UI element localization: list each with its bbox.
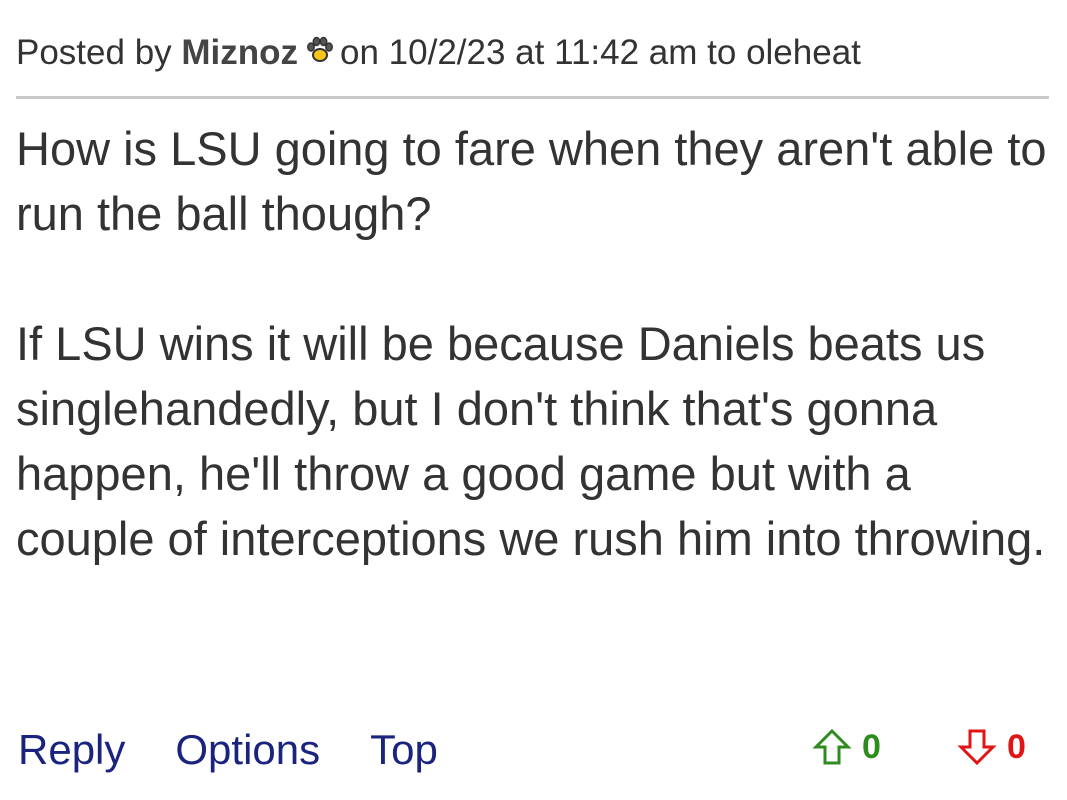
paw-print-icon bbox=[307, 36, 333, 62]
downvote-button[interactable]: 0 bbox=[955, 722, 1026, 772]
upvote-button[interactable]: 0 bbox=[810, 722, 881, 772]
author-name[interactable]: Miznoz bbox=[181, 33, 298, 72]
post-actions: Reply Options Top bbox=[18, 722, 488, 778]
top-link[interactable]: Top bbox=[370, 726, 438, 773]
header-divider bbox=[16, 96, 1049, 99]
options-link[interactable]: Options bbox=[175, 726, 320, 773]
arrow-down-outline-icon bbox=[957, 729, 997, 766]
post-paragraph: If LSU wins it will be because Daniels b… bbox=[16, 317, 1046, 565]
post-header: Posted by Miznoz on 10/2/23 at 11:42 am … bbox=[16, 30, 861, 76]
reply-link[interactable]: Reply bbox=[18, 726, 125, 773]
post-body: How is LSU going to fare when they aren'… bbox=[16, 116, 1056, 571]
post-paragraph: How is LSU going to fare when they aren'… bbox=[16, 122, 1047, 240]
upvote-count: 0 bbox=[862, 727, 881, 766]
posted-by-label: Posted by bbox=[16, 33, 172, 72]
posted-meta: on 10/2/23 at 11:42 am to oleheat bbox=[340, 33, 861, 72]
arrow-up-outline-icon bbox=[812, 728, 852, 765]
downvote-count: 0 bbox=[1007, 727, 1026, 766]
